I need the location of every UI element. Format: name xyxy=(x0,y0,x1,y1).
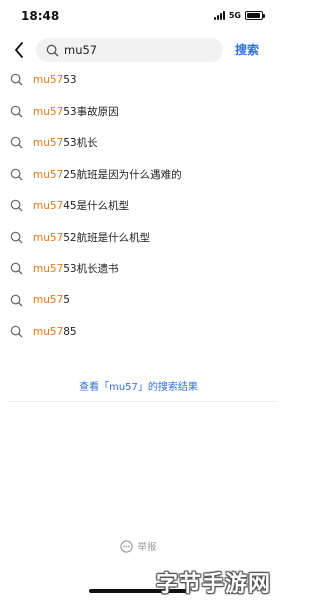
suggestion-text: mu5753机长遗书 xyxy=(33,261,119,276)
report-icon xyxy=(120,539,134,553)
suggestion-item[interactable]: mu5753机长遗书 xyxy=(0,253,277,285)
divider xyxy=(8,401,277,402)
suggestion-text: mu575 xyxy=(33,294,70,306)
search-input[interactable] xyxy=(64,43,214,57)
suggestion-item[interactable]: mu5753 xyxy=(0,64,277,96)
search-icon xyxy=(9,104,23,118)
suggestion-rest: 53 xyxy=(63,73,77,86)
suggestion-item[interactable]: mu5753事故原因 xyxy=(0,96,277,128)
suggestion-list: mu5753 mu5753事故原因 mu5753机长 mu5725航班是因为什么… xyxy=(0,64,277,348)
signal-icon xyxy=(213,11,225,20)
suggestion-rest: 53机长遗书 xyxy=(63,263,119,276)
search-icon xyxy=(9,262,23,276)
suggestion-text: mu5752航班是什么机型 xyxy=(33,230,150,245)
suggestion-highlight: mu57 xyxy=(33,200,64,213)
report-label: 举报 xyxy=(137,542,157,553)
search-submit-button[interactable]: 搜索 xyxy=(235,41,259,58)
back-button[interactable] xyxy=(10,40,28,60)
network-label: 5G xyxy=(228,11,241,20)
suggestion-text: mu5753 xyxy=(33,74,77,86)
suggestion-highlight: mu57 xyxy=(33,137,64,150)
suggestion-text: mu5745是什么机型 xyxy=(33,198,129,213)
suggestion-rest: 5 xyxy=(63,294,70,307)
suggestion-rest: 85 xyxy=(63,325,77,338)
report-button[interactable]: 举报 xyxy=(0,539,277,553)
search-bar: 搜索 xyxy=(0,36,277,64)
chevron-left-icon xyxy=(15,42,23,58)
suggestion-item[interactable]: mu5753机长 xyxy=(0,127,277,159)
suggestion-highlight: mu57 xyxy=(33,263,64,276)
suggestion-text: mu5785 xyxy=(33,326,77,338)
suggestion-highlight: mu57 xyxy=(33,294,64,307)
suggestion-text: mu5753机长 xyxy=(33,135,98,150)
search-icon xyxy=(9,167,23,181)
suggestion-rest: 53机长 xyxy=(63,137,98,150)
search-icon xyxy=(9,325,23,339)
view-all-results-link[interactable]: 查看「mu57」的搜索结果 xyxy=(0,378,277,393)
suggestion-highlight: mu57 xyxy=(33,73,64,86)
suggestion-rest: 25航班是因为什么遇难的 xyxy=(63,168,182,181)
suggestion-item[interactable]: mu575 xyxy=(0,285,277,317)
watermark: 字节手游网 xyxy=(155,572,271,597)
search-icon xyxy=(9,73,23,87)
status-time: 18:48 xyxy=(21,9,60,23)
suggestion-highlight: mu57 xyxy=(33,105,64,118)
suggestion-item[interactable]: mu5745是什么机型 xyxy=(0,190,277,222)
search-icon xyxy=(9,199,23,213)
search-box[interactable] xyxy=(36,38,223,62)
search-icon xyxy=(45,43,59,57)
suggestion-item[interactable]: mu5752航班是什么机型 xyxy=(0,222,277,254)
suggestion-highlight: mu57 xyxy=(33,168,64,181)
search-icon xyxy=(9,136,23,150)
suggestion-highlight: mu57 xyxy=(33,231,64,244)
battery-icon xyxy=(245,11,265,20)
suggestion-text: mu5725航班是因为什么遇难的 xyxy=(33,167,182,182)
search-icon xyxy=(9,230,23,244)
suggestion-rest: 52航班是什么机型 xyxy=(63,231,151,244)
status-bar: 18:48 5G xyxy=(0,0,277,34)
suggestion-rest: 53事故原因 xyxy=(63,105,119,118)
suggestion-item[interactable]: mu5785 xyxy=(0,316,277,348)
suggestion-item[interactable]: mu5725航班是因为什么遇难的 xyxy=(0,159,277,191)
search-icon xyxy=(9,293,23,307)
suggestion-highlight: mu57 xyxy=(33,325,64,338)
status-indicators: 5G xyxy=(213,11,265,20)
suggestion-text: mu5753事故原因 xyxy=(33,104,119,119)
suggestion-rest: 45是什么机型 xyxy=(63,200,130,213)
